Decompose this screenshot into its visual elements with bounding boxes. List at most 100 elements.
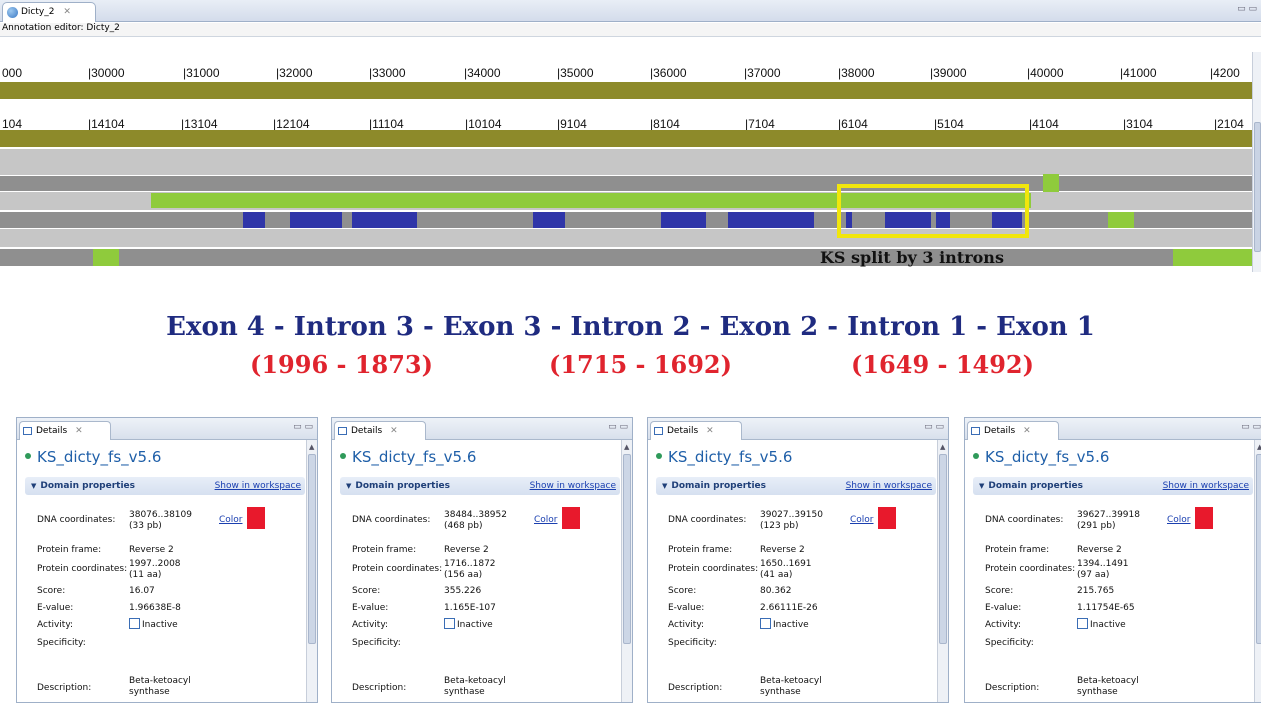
protein-frame-value: Reverse 2 xyxy=(444,545,489,555)
inactive-checkbox[interactable] xyxy=(129,618,140,629)
tab-label: Details xyxy=(984,426,1016,436)
activity-value[interactable]: Inactive xyxy=(760,618,809,631)
exon-block[interactable] xyxy=(290,212,342,228)
section-label: Domain properties xyxy=(40,481,136,491)
tab-dicty-2[interactable]: Dicty_2 ✕ xyxy=(2,2,96,22)
details-panel: Details ✕ ▭ ▭ KS_dicty_fs_v5.6 ▼ Domain p… xyxy=(331,417,633,703)
protein-frame-label: Protein frame: xyxy=(352,545,417,555)
window-controls-icon[interactable]: ▭ ▭ xyxy=(293,422,313,432)
window-controls-icon[interactable]: ▭ ▭ xyxy=(1237,4,1257,14)
ruler-tick-label: |7104 xyxy=(745,117,775,131)
green-feature[interactable] xyxy=(1108,212,1134,228)
color-link[interactable]: Color xyxy=(850,515,874,525)
scroll-up-icon[interactable]: ▲ xyxy=(1257,443,1261,451)
activity-value[interactable]: Inactive xyxy=(1077,618,1126,631)
show-in-workspace-link[interactable]: Show in workspace xyxy=(215,481,301,491)
track-row-1 xyxy=(0,149,1252,175)
exon-block[interactable] xyxy=(533,212,565,228)
close-icon[interactable]: ✕ xyxy=(63,7,71,17)
dna-coordinates-label: DNA coordinates: xyxy=(985,515,1064,525)
panel-scrollbar[interactable]: ▲ xyxy=(621,440,632,702)
collapse-triangle-icon[interactable]: ▼ xyxy=(346,482,351,490)
window-controls-icon[interactable]: ▭ ▭ xyxy=(1241,422,1261,432)
color-swatch[interactable] xyxy=(1195,507,1213,529)
scrollbar-thumb[interactable] xyxy=(1254,122,1261,252)
panel-scrollbar[interactable]: ▲ xyxy=(306,440,317,702)
collapse-triangle-icon[interactable]: ▼ xyxy=(979,482,984,490)
description-label: Description: xyxy=(668,683,723,693)
panel-scrollbar[interactable]: ▲ xyxy=(937,440,948,702)
details-icon xyxy=(971,427,980,435)
tab-details[interactable]: Details ✕ xyxy=(334,421,426,440)
details-panel: Details ✕ ▭ ▭ KS_dicty_fs_v5.6 ▼ Domain p… xyxy=(647,417,949,703)
green-feature[interactable] xyxy=(1173,249,1252,266)
ruler-tick-label: 104 xyxy=(2,117,23,131)
green-feature[interactable] xyxy=(93,249,119,266)
scroll-up-icon[interactable]: ▲ xyxy=(940,443,945,451)
description-label: Description: xyxy=(37,683,92,693)
forward-strand-band xyxy=(0,82,1252,99)
collapse-triangle-icon[interactable]: ▼ xyxy=(662,482,667,490)
color-swatch[interactable] xyxy=(878,507,896,529)
ruler-tick-label: |38000 xyxy=(838,66,875,80)
inactive-checkbox[interactable] xyxy=(760,618,771,629)
activity-label: Activity: xyxy=(985,620,1022,630)
exon-block[interactable] xyxy=(728,212,814,228)
tab-details[interactable]: Details ✕ xyxy=(19,421,111,440)
exon-block[interactable] xyxy=(243,212,265,228)
window-controls-icon[interactable]: ▭ ▭ xyxy=(608,422,628,432)
activity-value[interactable]: Inactive xyxy=(444,618,493,631)
collapse-triangle-icon[interactable]: ▼ xyxy=(31,482,36,490)
evalue-label: E-value: xyxy=(985,603,1022,613)
inactive-checkbox[interactable] xyxy=(1077,618,1088,629)
domain-title-text: KS_dicty_fs_v5.6 xyxy=(352,448,477,466)
show-in-workspace-link[interactable]: Show in workspace xyxy=(846,481,932,491)
editor-scrollbar[interactable] xyxy=(1252,52,1261,272)
green-feature[interactable] xyxy=(1043,174,1059,192)
description-label: Description: xyxy=(352,683,407,693)
exon-block[interactable] xyxy=(352,212,417,228)
ruler-tick-label: |11104 xyxy=(369,117,404,131)
scrollbar-thumb[interactable] xyxy=(623,454,631,644)
ruler-tick-label: |2104 xyxy=(1214,117,1244,131)
domain-status-icon xyxy=(340,453,346,459)
dna-coordinates-value: 39027..39150 (123 pb) xyxy=(760,510,823,531)
scrollbar-thumb[interactable] xyxy=(1256,454,1261,644)
score-value: 80.362 xyxy=(760,586,792,596)
close-icon[interactable]: ✕ xyxy=(1023,426,1031,436)
score-value: 355.226 xyxy=(444,586,482,596)
domain-properties-header[interactable]: ▼ Domain properties Show in workspace xyxy=(973,477,1253,495)
scrollbar-thumb[interactable] xyxy=(939,454,947,644)
panel-tabbar: Details ✕ ▭ ▭ xyxy=(17,418,317,440)
scroll-up-icon[interactable]: ▲ xyxy=(624,443,629,451)
show-in-workspace-link[interactable]: Show in workspace xyxy=(1163,481,1249,491)
domain-status-icon xyxy=(656,453,662,459)
close-icon[interactable]: ✕ xyxy=(706,426,714,436)
domain-properties-header[interactable]: ▼ Domain properties Show in workspace xyxy=(340,477,620,495)
scrollbar-thumb[interactable] xyxy=(308,454,316,644)
exon-block[interactable] xyxy=(661,212,706,228)
color-swatch[interactable] xyxy=(562,507,580,529)
activity-value[interactable]: Inactive xyxy=(129,618,178,631)
tab-label: Details xyxy=(36,426,68,436)
panel-scrollbar[interactable]: ▲ xyxy=(1254,440,1261,702)
color-link[interactable]: Color xyxy=(534,515,558,525)
tab-details[interactable]: Details ✕ xyxy=(650,421,742,440)
close-icon[interactable]: ✕ xyxy=(390,426,398,436)
panel-tabbar: Details ✕ ▭ ▭ xyxy=(332,418,632,440)
color-link[interactable]: Color xyxy=(1167,515,1191,525)
close-icon[interactable]: ✕ xyxy=(75,426,83,436)
domain-properties-header[interactable]: ▼ Domain properties Show in workspace xyxy=(656,477,936,495)
color-link[interactable]: Color xyxy=(219,515,243,525)
color-swatch[interactable] xyxy=(247,507,265,529)
ruler-tick-label: |9104 xyxy=(557,117,587,131)
scroll-up-icon[interactable]: ▲ xyxy=(309,443,314,451)
details-panel: Details ✕ ▭ ▭ KS_dicty_fs_v5.6 ▼ Domain p… xyxy=(16,417,318,703)
show-in-workspace-link[interactable]: Show in workspace xyxy=(530,481,616,491)
inactive-checkbox[interactable] xyxy=(444,618,455,629)
tab-details[interactable]: Details ✕ xyxy=(967,421,1059,440)
domain-properties-header[interactable]: ▼ Domain properties Show in workspace xyxy=(25,477,305,495)
window-controls-icon[interactable]: ▭ ▭ xyxy=(924,422,944,432)
description-value: Beta-ketoacyl synthase xyxy=(129,676,191,697)
ruler-tick-label: |5104 xyxy=(934,117,964,131)
